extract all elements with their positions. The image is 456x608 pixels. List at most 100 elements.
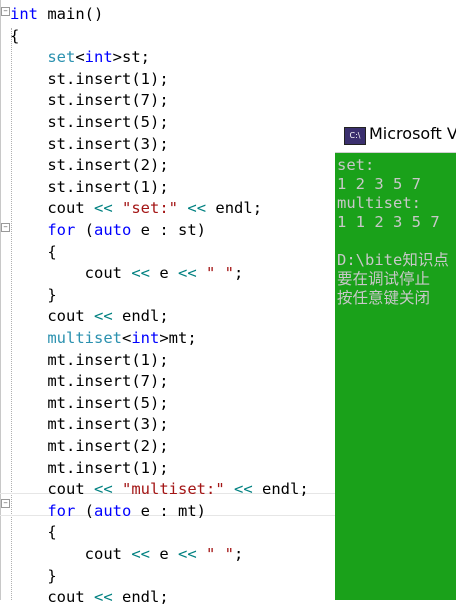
code-token: << xyxy=(234,480,253,499)
code-token: < xyxy=(75,48,85,67)
code-token: e xyxy=(150,264,178,283)
code-line[interactable]: st.insert(5); xyxy=(10,112,168,133)
code-line[interactable]: mt.insert(5); xyxy=(10,393,169,414)
code-line[interactable]: cout << endl; xyxy=(10,306,169,327)
code-line[interactable]: st.insert(1); xyxy=(10,69,168,90)
code-token: insert xyxy=(75,91,132,110)
code-line[interactable]: for (auto e : st) xyxy=(10,220,206,241)
code-token: mt.insert(5); xyxy=(10,393,169,412)
code-token: cout xyxy=(10,588,94,607)
code-token: insert xyxy=(75,69,132,88)
code-token: " " xyxy=(206,264,235,283)
code-line[interactable]: set<int>st; xyxy=(10,47,150,68)
code-token: } xyxy=(10,566,57,585)
code-token: insert xyxy=(75,134,132,153)
console-window[interactable]: C:\ Microsoft V set: 1 2 3 5 7 multiset: 1 … xyxy=(335,118,456,600)
code-token: (1); xyxy=(131,177,169,196)
code-token: cout xyxy=(47,199,94,218)
code-token: << xyxy=(131,545,150,563)
code-token: mt.insert(1); xyxy=(10,350,169,369)
code-line[interactable]: cout << e << " "; xyxy=(10,544,244,565)
code-token: e : mt) xyxy=(131,501,206,520)
code-token: . xyxy=(66,134,76,153)
code-line[interactable]: st.insert(2); xyxy=(10,155,169,176)
code-line[interactable]: st.insert(7); xyxy=(10,90,168,111)
code-token: mt.insert(7); xyxy=(10,372,169,391)
code-token: "set:" xyxy=(122,199,179,218)
code-token: endl; xyxy=(252,480,309,499)
fold-toggle-main[interactable]: − xyxy=(1,7,10,16)
code-token: << xyxy=(94,307,113,326)
fold-toggle-for-st[interactable]: − xyxy=(1,223,10,232)
code-token: e xyxy=(150,545,178,563)
code-token: for xyxy=(47,221,76,239)
code-line[interactable]: multiset<int>mt; xyxy=(10,328,197,349)
code-token: int xyxy=(84,48,113,67)
console-line: 按任意键关闭 xyxy=(337,289,431,307)
code-line[interactable]: st.insert(3); xyxy=(10,134,168,155)
code-token: mt.insert(2); xyxy=(10,437,169,455)
console-line: set: xyxy=(337,156,375,174)
code-line[interactable]: for (auto e : mt) xyxy=(10,501,206,522)
code-token: st; xyxy=(122,48,151,67)
code-token: auto xyxy=(94,501,132,520)
code-token: (2); xyxy=(131,156,169,175)
code-token: int xyxy=(10,5,38,23)
code-line[interactable]: cout << e << " "; xyxy=(10,263,244,284)
code-token: { xyxy=(10,26,20,45)
code-token: cout xyxy=(10,307,94,326)
code-token: . xyxy=(66,156,76,175)
code-token: set xyxy=(47,48,76,67)
code-line[interactable]: mt.insert(2); xyxy=(10,436,169,457)
code-token: " " xyxy=(206,545,235,563)
code-line[interactable]: mt.insert(7); xyxy=(10,371,169,392)
code-token: cout xyxy=(10,480,94,499)
code-token: multiset xyxy=(47,329,122,347)
code-token: auto xyxy=(94,221,132,239)
code-line[interactable]: cout << endl; xyxy=(10,587,169,608)
code-line[interactable]: { xyxy=(10,26,19,47)
code-token: { xyxy=(10,523,57,542)
code-line[interactable]: cout << "set:" << endl; xyxy=(10,198,262,219)
code-token: << xyxy=(94,588,113,607)
console-line: 要在调试停止 xyxy=(337,270,431,288)
code-token: mt; xyxy=(168,329,197,347)
code-token: . xyxy=(66,91,76,110)
code-token: ( xyxy=(75,501,94,520)
code-token: << xyxy=(178,545,197,563)
code-token: endl; xyxy=(206,199,263,218)
code-line[interactable]: st.insert(1); xyxy=(10,177,169,198)
code-token: . xyxy=(66,113,76,131)
code-line[interactable]: } xyxy=(10,285,56,306)
code-token: "multiset:" xyxy=(122,480,225,499)
code-token: << xyxy=(94,480,113,499)
code-line[interactable]: } xyxy=(10,566,57,587)
code-token: insert xyxy=(75,177,132,196)
code-line[interactable]: mt.insert(1); xyxy=(10,350,169,371)
code-line[interactable]: { xyxy=(10,522,57,543)
console-app-icon: C:\ xyxy=(344,127,366,145)
code-token: endl; xyxy=(112,307,169,326)
code-token: < xyxy=(121,329,132,347)
console-title: Microsoft V xyxy=(369,124,456,143)
console-title-bar[interactable]: C:\ Microsoft V xyxy=(335,118,456,153)
code-line[interactable]: int main() xyxy=(10,4,103,25)
code-token: endl; xyxy=(112,588,169,607)
code-token: . xyxy=(66,69,76,88)
code-token: > xyxy=(112,48,123,67)
code-line[interactable]: mt.insert(1); xyxy=(10,458,168,479)
console-line: multiset: xyxy=(337,194,421,212)
code-line[interactable]: mt.insert(3); xyxy=(10,414,168,435)
code-token: cout xyxy=(10,264,132,283)
code-line[interactable]: { xyxy=(10,242,56,263)
code-line[interactable]: cout << "multiset:" << endl; xyxy=(10,479,309,500)
